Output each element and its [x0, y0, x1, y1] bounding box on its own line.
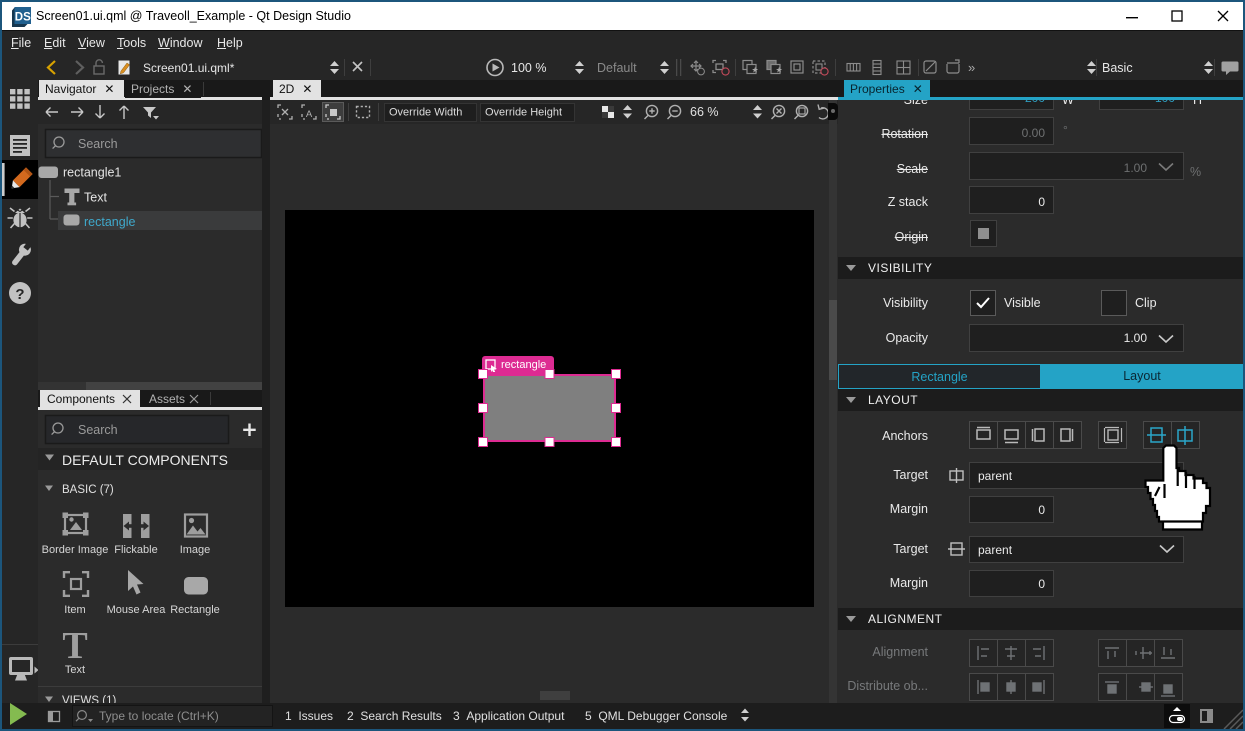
svg-text:★: ★ — [776, 66, 783, 75]
svg-text:2 Search Results: 2 Search Results — [347, 709, 442, 723]
svg-text:1 Issues: 1 Issues — [285, 709, 333, 723]
svg-text:Search: Search — [78, 423, 118, 437]
svg-text:Image: Image — [180, 544, 211, 556]
svg-text:Text: Text — [65, 664, 85, 676]
svg-text:Default: Default — [597, 61, 637, 75]
svg-text:BASIC (7): BASIC (7) — [62, 484, 114, 496]
svg-text:Rectangle: Rectangle — [170, 604, 220, 616]
svg-text:★: ★ — [752, 66, 759, 75]
svg-text:A: A — [306, 109, 313, 120]
svg-text:100 %: 100 % — [511, 61, 546, 75]
svg-text:Basic: Basic — [1102, 61, 1133, 75]
svg-text:66 %: 66 % — [690, 105, 719, 119]
svg-text:Screen01.ui.qml*: Screen01.ui.qml* — [143, 61, 235, 75]
svg-text:Text: Text — [84, 191, 107, 205]
svg-text:Flickable: Flickable — [114, 544, 157, 556]
svg-text:Border Image: Border Image — [42, 544, 109, 556]
svg-text:DS: DS — [15, 11, 31, 23]
svg-text:3 Application Output: 3 Application Output — [453, 709, 565, 723]
svg-text:Assets: Assets — [149, 392, 185, 406]
svg-text:Item: Item — [64, 604, 85, 616]
svg-text:Type to locate (Ctrl+K): Type to locate (Ctrl+K) — [99, 709, 219, 723]
svg-text:rectangle: rectangle — [84, 215, 135, 229]
svg-text:Components: Components — [47, 392, 115, 406]
svg-text:5 QML Debugger Console: 5 QML Debugger Console — [585, 709, 728, 723]
svg-text:Override Height: Override Height — [485, 107, 562, 119]
svg-text:DEFAULT COMPONENTS: DEFAULT COMPONENTS — [62, 452, 228, 468]
svg-text:rectangle1: rectangle1 — [63, 166, 121, 180]
svg-text:?: ? — [15, 286, 24, 303]
svg-text:»: » — [968, 60, 975, 75]
svg-text:Override Width: Override Width — [389, 107, 462, 119]
svg-text:VIEWS (1): VIEWS (1) — [62, 695, 116, 703]
svg-text:Search: Search — [78, 137, 118, 151]
svg-text:Mouse Area: Mouse Area — [107, 604, 167, 616]
svg-text:T: T — [62, 625, 87, 667]
